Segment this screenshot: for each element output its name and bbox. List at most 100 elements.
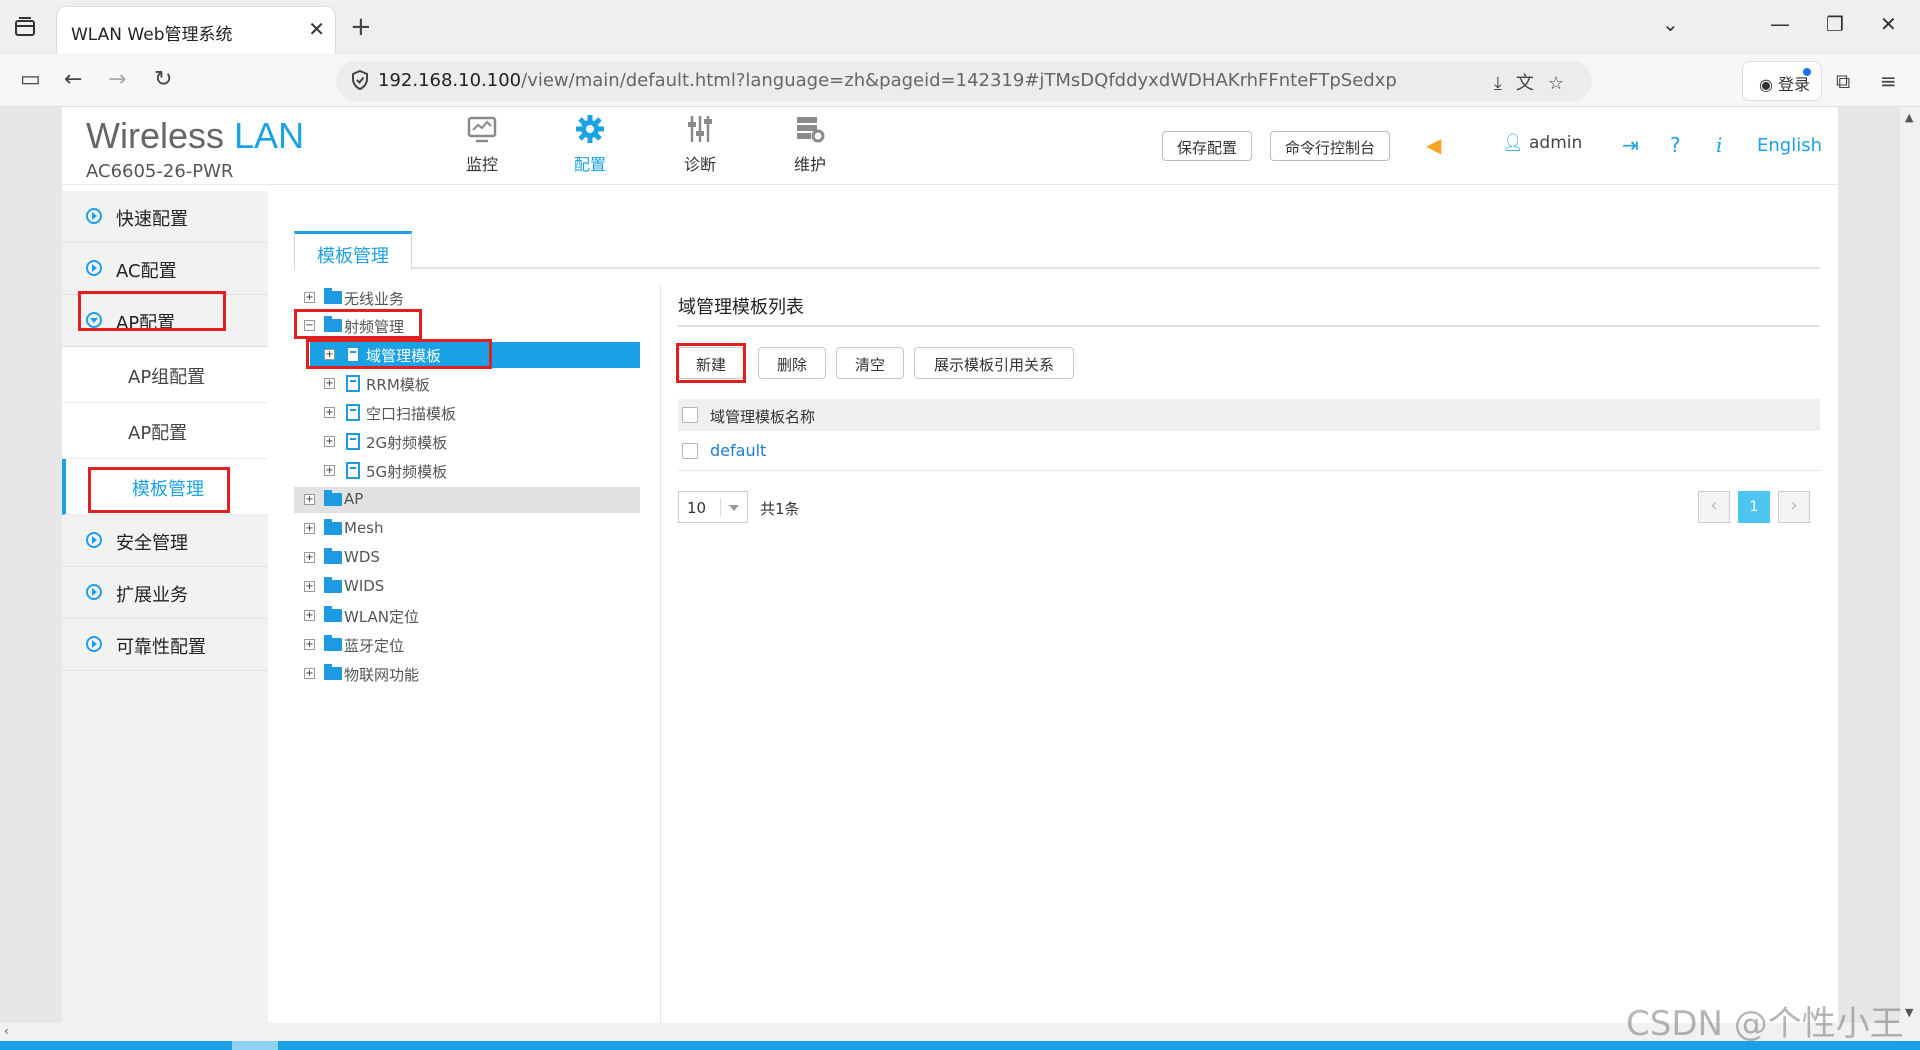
scroll-down-icon[interactable]: ▼ [1905,1006,1913,1019]
delete-button[interactable]: 删除 [758,347,826,379]
tree-node-rrm[interactable]: + RRM模板 [294,371,640,397]
minimize-icon[interactable]: — [1770,12,1790,36]
tree-node-label: RRM模板 [366,376,430,394]
save-config-button[interactable]: 保存配置 [1162,131,1253,161]
expand-plus-icon[interactable]: + [304,552,315,563]
tree-node-label: WDS [344,548,380,566]
logout-icon[interactable]: ⇥ [1622,133,1639,157]
close-icon[interactable]: ✕ [308,17,325,41]
browser-toolbar: ▭ ← → ↻ 192.168.10.100/view/main/default… [0,55,1920,107]
tab-dropdown-icon[interactable]: ⌄ [1662,12,1679,36]
expand-plus-icon[interactable]: + [304,494,315,505]
tree-node-5g-radio[interactable]: +5G射频模板 [294,458,640,484]
horizontal-scrollbar[interactable]: ‹ [0,1023,1900,1041]
sliders-icon [688,116,712,142]
sidebar-item-quick-config[interactable]: 快速配置 [62,191,268,243]
tree-node-wlan-location[interactable]: + WLAN定位 [294,603,640,629]
tree-node-mesh[interactable]: + Mesh [294,516,640,542]
address-bar[interactable]: 192.168.10.100/view/main/default.html?la… [336,61,1592,101]
back-icon[interactable]: ← [64,67,82,92]
highlight-box [676,343,746,383]
template-name-link[interactable]: default [710,441,766,460]
extensions-icon[interactable]: ⧉ [1836,69,1850,93]
reload-icon[interactable]: ↻ [154,67,172,92]
new-tab-button[interactable]: + [350,12,372,42]
tree-node-wireless[interactable]: + 无线业务 [294,285,640,311]
page-size-value: 10 [687,499,707,517]
browser-tab-active[interactable]: WLAN Web管理系统 ✕ [56,6,336,54]
maintenance-icon [797,117,825,143]
url-text: 192.168.10.100/view/main/default.html?la… [378,70,1397,91]
restore-icon[interactable]: ❐ [1826,12,1844,36]
language-switch[interactable]: English [1757,135,1822,156]
expand-plus-icon[interactable]: + [324,378,335,389]
cli-console-button[interactable]: 命令行控制台 [1270,131,1391,161]
site-info-icon[interactable] [350,69,370,91]
vertical-scrollbar[interactable]: ▲ ▼ [1900,107,1920,1023]
page-number-button[interactable]: 1 [1738,491,1770,523]
tree-node-2g-radio[interactable]: +2G射频模板 [294,429,640,455]
tree-node-air-scan[interactable]: + 空口扫描模板 [294,400,640,426]
gear-icon [576,115,604,143]
sidebar-toggle-icon[interactable]: ▭ [20,67,41,92]
expand-plus-icon[interactable]: + [304,581,315,592]
sidebar-item-extension[interactable]: 扩展业务 [62,567,268,619]
tree-node-wids[interactable]: + WIDS [294,574,640,600]
nav-maintain[interactable]: 维护 [770,113,850,175]
sidebar-item-ac-config[interactable]: AC配置 [62,243,268,295]
user-info[interactable]: 👤︎ admin [1502,133,1582,153]
wlan-app: Wireless LAN AC6605-26-PWR 监控 配置 诊断 维护 保… [62,107,1838,1023]
login-button[interactable]: ◉ 登录 [1742,61,1822,101]
sidebar-item-security[interactable]: 安全管理 [62,515,268,567]
tab-template-management[interactable]: 模板管理 [294,231,412,271]
folder-icon [324,664,342,680]
page-size-select[interactable]: 10 [678,491,748,523]
expand-plus-icon[interactable]: + [304,523,315,534]
nav-config[interactable]: 配置 [550,113,630,175]
prev-page-button[interactable]: ‹ [1698,491,1730,523]
show-references-button[interactable]: 展示模板引用关系 [914,347,1074,379]
tree-node-bluetooth-location[interactable]: + 蓝牙定位 [294,632,640,658]
tree-node-label: 蓝牙定位 [344,637,405,655]
tab-title: WLAN Web管理系统 [71,25,233,45]
scroll-left-icon[interactable]: ‹ [4,1024,9,1038]
expand-plus-icon[interactable]: + [304,610,315,621]
forward-icon[interactable]: → [108,67,126,92]
window-close-icon[interactable]: ✕ [1880,12,1897,36]
select-all-checkbox[interactable] [682,407,698,423]
expand-plus-icon[interactable]: + [304,668,315,679]
help-icon[interactable]: ? [1670,133,1681,157]
highlight-box [294,309,422,339]
tab-list-icon[interactable] [12,14,38,40]
sidebar-item-reliability[interactable]: 可靠性配置 [62,619,268,671]
tree-node-ap[interactable]: + AP [294,487,640,513]
tree-node-iot[interactable]: + 物联网功能 [294,661,640,687]
next-page-button[interactable]: › [1778,491,1810,523]
info-icon[interactable]: i [1716,133,1722,157]
page-area: Wireless LAN AC6605-26-PWR 监控 配置 诊断 维护 保… [0,107,1900,1023]
sidebar-subitem-ap[interactable]: AP配置 [62,403,268,459]
nav-diagnose[interactable]: 诊断 [660,113,740,175]
expand-plus-icon[interactable]: + [324,436,335,447]
translate-icon[interactable]: 文 [1516,73,1548,94]
clear-button[interactable]: 清空 [836,347,904,379]
expand-plus-icon[interactable]: + [324,465,335,476]
alarm-icon[interactable]: ◀ [1426,133,1441,157]
brand-logo: Wireless LAN [86,115,304,157]
scroll-up-icon[interactable]: ▲ [1905,111,1913,124]
menu-icon[interactable]: ≡ [1880,69,1897,93]
download-icon[interactable]: ⤓ [1494,73,1516,94]
notification-dot [1803,68,1811,76]
panel-title: 域管理模板列表 [678,297,804,318]
expand-plus-icon[interactable]: + [304,292,315,303]
tree-node-wds[interactable]: + WDS [294,545,640,571]
sidebar-subitem-ap-group[interactable]: AP组配置 [62,347,268,403]
row-checkbox[interactable] [682,443,698,459]
expand-plus-icon[interactable]: + [324,407,335,418]
document-icon [346,404,360,421]
expand-plus-icon[interactable]: + [304,639,315,650]
tree-node-label: 无线业务 [344,290,405,308]
nav-monitor[interactable]: 监控 [442,113,522,175]
star-icon[interactable]: ☆ [1548,73,1578,94]
user-icon: 👤︎ [1502,133,1524,153]
